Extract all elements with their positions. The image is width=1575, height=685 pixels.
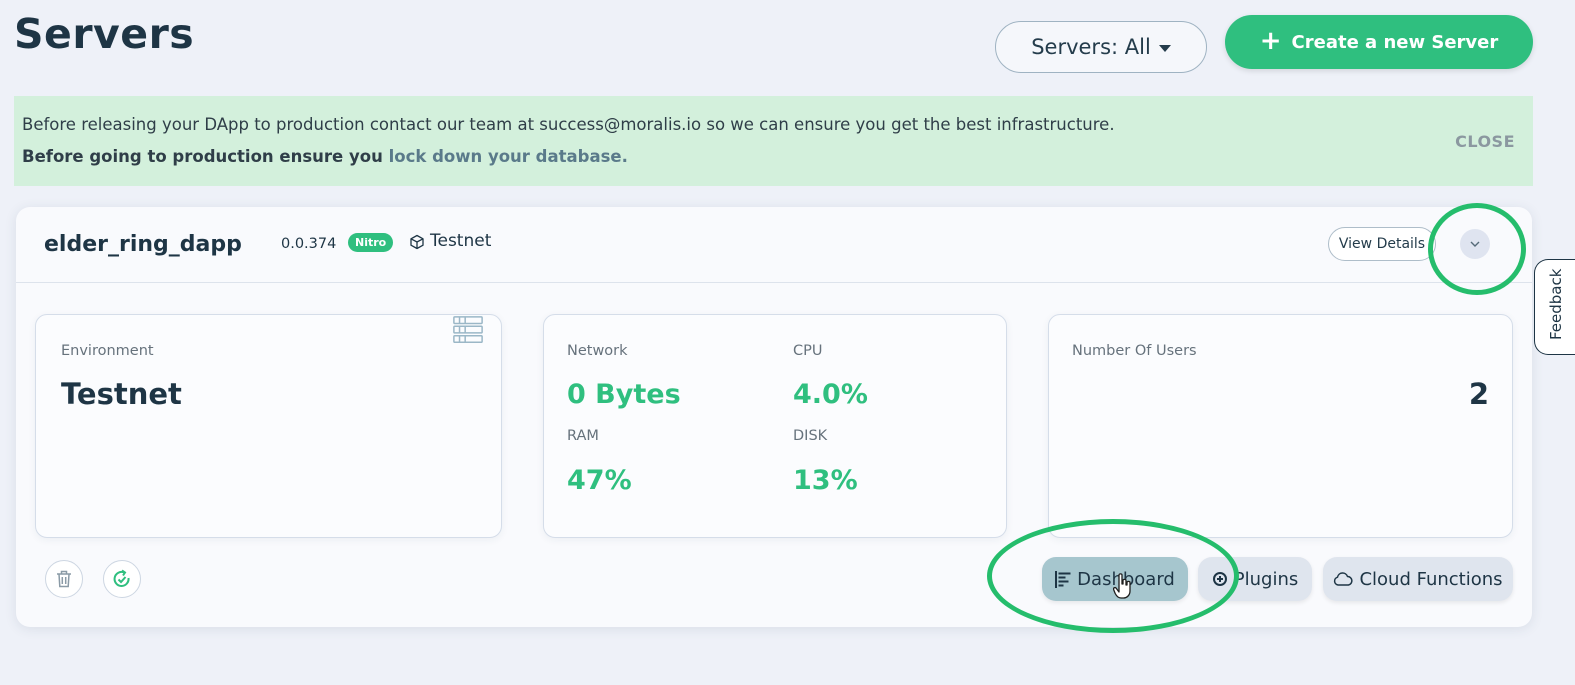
feedback-label: Feedback <box>1547 268 1565 340</box>
page-title: Servers <box>14 10 195 58</box>
environment-label: Environment <box>61 343 154 359</box>
create-server-button[interactable]: + Create a new Server <box>1225 15 1533 69</box>
dashboard-icon <box>1055 570 1071 588</box>
view-details-button[interactable]: View Details <box>1328 227 1436 261</box>
server-rack-icon <box>453 316 483 344</box>
server-version: 0.0.374 <box>281 236 337 252</box>
ram-stat-value: 47% <box>567 465 632 496</box>
server-name: elder_ring_dapp <box>44 232 242 257</box>
users-value: 2 <box>1468 377 1489 411</box>
stats-card: Network CPU 0 Bytes 4.0% RAM DISK 47% 13… <box>543 314 1007 538</box>
servers-filter-dropdown[interactable]: Servers: All <box>995 21 1207 73</box>
environment-card: Environment Testnet <box>35 314 502 538</box>
cpu-stat-label: CPU <box>793 343 823 359</box>
disk-stat-label: DISK <box>793 428 828 444</box>
banner-warning-text: Before going to production ensure you <box>22 147 389 166</box>
plus-icon: + <box>1259 25 1282 56</box>
users-label: Number Of Users <box>1072 343 1197 359</box>
banner-close-button[interactable]: CLOSE <box>1455 132 1515 151</box>
create-server-label: Create a new Server <box>1291 31 1499 53</box>
banner-message: Before releasing your DApp to production… <box>22 115 1115 134</box>
network-stat-value: 0 Bytes <box>567 379 681 410</box>
ram-stat-label: RAM <box>567 428 599 444</box>
delete-server-button[interactable] <box>45 560 83 598</box>
update-server-button[interactable] <box>103 560 141 598</box>
cloud-icon <box>1334 572 1354 586</box>
plugin-icon <box>1212 572 1227 586</box>
nitro-badge: Nitro <box>348 233 394 252</box>
filter-label: Servers: All <box>1031 35 1151 59</box>
cpu-stat-value: 4.0% <box>793 379 868 410</box>
production-notice-banner: Before releasing your DApp to production… <box>14 96 1533 186</box>
plugins-label: Plugins <box>1233 568 1299 590</box>
cube-icon <box>410 234 424 250</box>
disk-stat-value: 13% <box>793 465 858 496</box>
network-label: Testnet <box>430 231 492 251</box>
cloud-functions-button[interactable]: Cloud Functions <box>1323 557 1513 601</box>
network-stat-label: Network <box>567 343 628 359</box>
server-card: elder_ring_dapp 0.0.374 Nitro Testnet Vi… <box>16 207 1532 627</box>
chevron-down-icon <box>1470 241 1480 247</box>
hand-cursor-icon <box>1113 573 1131 599</box>
expand-server-button[interactable] <box>1460 229 1490 259</box>
plugins-button[interactable]: Plugins <box>1198 557 1312 601</box>
refresh-check-icon <box>113 569 130 587</box>
cloud-functions-label: Cloud Functions <box>1359 568 1503 590</box>
server-card-header: elder_ring_dapp 0.0.374 Nitro Testnet Vi… <box>16 207 1532 283</box>
trash-icon <box>57 570 71 588</box>
lock-database-link[interactable]: lock down your database. <box>389 147 628 166</box>
users-card: Number Of Users 2 <box>1048 314 1513 538</box>
environment-value: Testnet <box>61 377 182 411</box>
feedback-tab[interactable]: Feedback <box>1534 259 1575 355</box>
banner-warning: Before going to production ensure you lo… <box>22 147 628 166</box>
caret-down-icon <box>1158 45 1171 52</box>
